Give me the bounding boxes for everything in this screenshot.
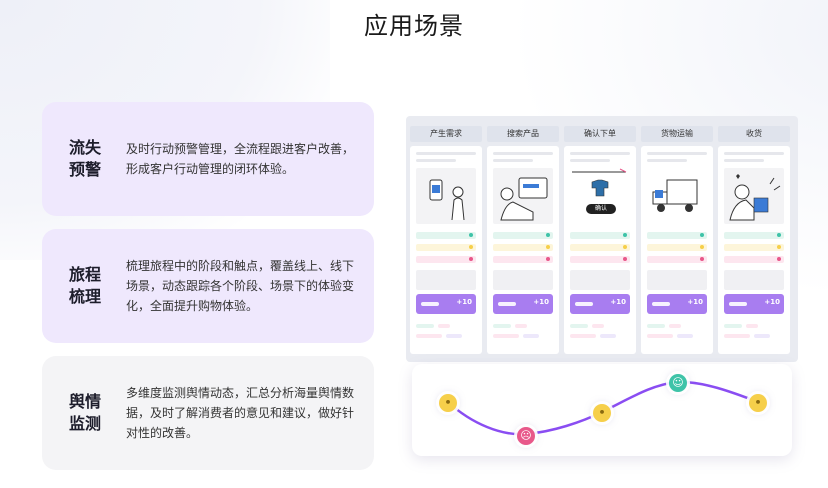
card-title-line: 流失 [68, 138, 101, 157]
score-value: +10 [687, 298, 703, 306]
emotion-curve-card: • ☹ • ☺ • [412, 364, 792, 456]
card-title: 舆情 监测 [42, 391, 126, 435]
stage-body: 确认 +10 [564, 146, 636, 354]
journey-illustration: 产生需求 +10 搜索产品 +10 确认下单 确认 +10 货物运输 +10 收… [406, 116, 798, 456]
journey-stage-column: 搜索产品 +10 [487, 126, 559, 358]
stage-body: +10 [718, 146, 790, 354]
card-description: 及时行动预警管理，全流程跟进客户改善，形成客户行动管理的闭环体验。 [126, 142, 355, 176]
card-title: 旅程 梳理 [42, 264, 126, 308]
stage-body: +10 [487, 146, 559, 354]
card-title-line: 预警 [68, 160, 101, 179]
card-title: 流失 预警 [42, 137, 126, 181]
stage-header: 确认下单 [564, 126, 636, 142]
card-description: 梳理旅程中的阶段和触点，覆盖线上、线下场景，动态跟踪各个阶段、场景下的体验变化，… [126, 259, 355, 313]
card-title-line: 旅程 [68, 265, 101, 284]
score-value: +10 [533, 298, 549, 306]
journey-board: 产生需求 +10 搜索产品 +10 确认下单 确认 +10 货物运输 +10 收… [406, 116, 798, 362]
card-title-line: 舆情 [68, 392, 101, 411]
score-value: +10 [764, 298, 780, 306]
score-value: +10 [456, 298, 472, 306]
order-confirm-illustration: 确认 [570, 168, 630, 224]
journey-stage-column: 货物运输 +10 [641, 126, 713, 358]
person-with-laptop-illustration [493, 168, 553, 224]
stage-header: 产生需求 [410, 126, 482, 142]
stage-header: 收货 [718, 126, 790, 142]
journey-stage-column: 收货 +10 [718, 126, 790, 358]
card-description: 多维度监测舆情动态，汇总分析海量舆情数据，及时了解消费者的意见和建议，做好针对性… [126, 386, 355, 440]
happy-face-icon: ☺ [669, 374, 687, 392]
scenario-card-churn-warning: 流失 预警 及时行动预警管理，全流程跟进客户改善，形成客户行动管理的闭环体验。 [42, 102, 374, 216]
card-title-line: 梳理 [68, 287, 101, 306]
scenario-card-sentiment-monitoring: 舆情 监测 多维度监测舆情动态，汇总分析海量舆情数据，及时了解消费者的意见和建议… [42, 356, 374, 470]
stage-body: +10 [410, 146, 482, 354]
stage-header: 货物运输 [641, 126, 713, 142]
sad-face-icon: ☹ [517, 427, 535, 445]
score-value: +10 [610, 298, 626, 306]
stage-header: 搜索产品 [487, 126, 559, 142]
journey-stage-column: 产生需求 +10 [410, 126, 482, 358]
scenario-card-journey-mapping: 旅程 梳理 梳理旅程中的阶段和触点，覆盖线上、线下场景，动态跟踪各个阶段、场景下… [42, 229, 374, 343]
receiving-package-illustration [724, 168, 784, 224]
score-bar: +10 [570, 294, 630, 314]
neutral-face-icon: • [749, 394, 767, 412]
score-bar: +10 [724, 294, 784, 314]
neutral-face-icon: • [593, 404, 611, 422]
journey-stage-column: 确认下单 确认 +10 [564, 126, 636, 358]
confirm-button-illustration: 确认 [594, 205, 607, 212]
stage-body: +10 [641, 146, 713, 354]
neutral-face-icon: • [439, 394, 457, 412]
score-bar: +10 [647, 294, 707, 314]
card-title-line: 监测 [68, 414, 101, 433]
delivery-truck-illustration [647, 168, 707, 224]
person-with-phone-illustration [416, 168, 476, 224]
page-title: 应用场景 [364, 12, 464, 40]
score-bar: +10 [493, 294, 553, 314]
score-bar: +10 [416, 294, 476, 314]
